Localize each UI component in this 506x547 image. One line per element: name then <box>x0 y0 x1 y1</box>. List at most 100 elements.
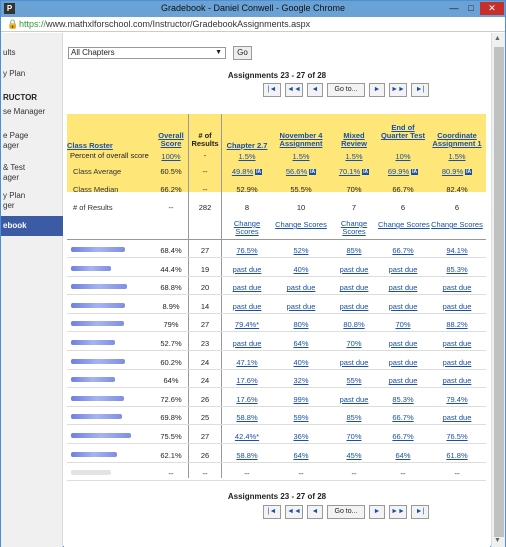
score-cell[interactable]: 66.7% <box>378 413 428 422</box>
score-cell[interactable]: 76.5% <box>428 432 486 441</box>
scroll-up-icon[interactable]: ▲ <box>494 35 501 42</box>
item-analysis-icon[interactable]: IA <box>465 169 473 175</box>
score-cell[interactable]: past due <box>272 302 330 311</box>
student-name-redacted[interactable] <box>71 433 131 438</box>
score-cell[interactable]: 79.4% <box>428 395 486 404</box>
score-cell[interactable]: past due <box>222 283 272 292</box>
change-scores-link-2[interactable]: Change Scores <box>339 220 369 236</box>
roster-header-link[interactable]: Class Roster <box>67 142 157 150</box>
score-cell[interactable]: 70% <box>378 320 428 329</box>
score-cell[interactable]: past due <box>428 339 486 348</box>
student-name-redacted[interactable] <box>71 451 117 457</box>
student-name-redacted[interactable] <box>71 302 125 308</box>
score-cell[interactable]: 99% <box>272 395 330 404</box>
last-page-button[interactable]: ►| <box>411 83 429 97</box>
prev-five-button[interactable]: ◄◄ <box>285 83 303 97</box>
next-five-button[interactable]: ►► <box>389 505 407 519</box>
score-cell[interactable]: 58.8% <box>222 451 272 460</box>
first-page-button[interactable]: |◄ <box>263 505 281 519</box>
score-cell[interactable]: past due <box>378 339 428 348</box>
goto-button[interactable]: Go to... <box>327 505 365 519</box>
scrollbar-thumb[interactable] <box>494 47 504 537</box>
score-cell[interactable]: 66.7% <box>378 432 428 441</box>
stat-average-cell-0[interactable]: 49.8% IA <box>222 167 272 176</box>
first-page-button[interactable]: |◄ <box>263 83 281 97</box>
sidebar-item-0[interactable]: ults <box>1 48 63 58</box>
close-icon[interactable]: ✕ <box>480 2 504 15</box>
next-page-button[interactable]: ► <box>369 83 385 97</box>
change-scores-link-4[interactable]: Change Scores <box>428 220 486 229</box>
score-cell[interactable]: past due <box>378 358 428 367</box>
score-cell[interactable]: 47.1% <box>222 358 272 367</box>
score-cell[interactable]: 32% <box>272 376 330 385</box>
assignment-header-4[interactable]: Coordinate Assignment 1 <box>428 132 486 148</box>
score-cell[interactable]: past due <box>330 395 378 404</box>
score-cell[interactable]: 64% <box>378 451 428 460</box>
score-cell[interactable]: past due <box>428 283 486 292</box>
overall-pct[interactable]: 100% <box>153 152 189 161</box>
stat-average-cell-3[interactable]: 69.9% IA <box>378 167 428 176</box>
score-cell[interactable]: past due <box>428 302 486 311</box>
score-cell[interactable]: 59% <box>272 413 330 422</box>
sidebar-item-1[interactable]: y Plan <box>1 69 63 79</box>
next-five-button[interactable]: ►► <box>389 83 407 97</box>
assignment-pct-4[interactable]: 1.5% <box>428 152 486 161</box>
scroll-down-icon[interactable]: ▼ <box>494 537 501 544</box>
prev-page-button[interactable]: ◄ <box>307 83 323 97</box>
score-cell[interactable]: 94.1% <box>428 246 486 255</box>
sidebar-item-2[interactable]: RUCTOR <box>1 93 63 103</box>
score-cell[interactable]: 80% <box>272 320 330 329</box>
score-cell[interactable]: 76.5% <box>222 246 272 255</box>
student-name-redacted[interactable] <box>71 284 127 290</box>
address-bar[interactable]: 🔒 https://www.mathxlforschool.com/Instru… <box>1 17 505 32</box>
score-cell[interactable]: 85% <box>330 413 378 422</box>
assignment-header-1[interactable]: November 4 Assignment <box>272 132 330 148</box>
score-cell[interactable]: 40% <box>272 265 330 274</box>
stat-average-cell-1[interactable]: 56.6% IA <box>272 167 330 176</box>
score-cell[interactable]: 40% <box>272 358 330 367</box>
stat-average-value-0[interactable]: 49.8% <box>232 167 253 176</box>
score-cell[interactable]: 55% <box>330 376 378 385</box>
score-cell[interactable]: 80.8% <box>330 320 378 329</box>
score-cell[interactable]: past due <box>428 376 486 385</box>
score-cell[interactable]: 66.7% <box>378 246 428 255</box>
last-page-button[interactable]: ►| <box>411 505 429 519</box>
score-cell[interactable]: past due <box>330 265 378 274</box>
score-cell[interactable]: 17.6% <box>222 376 272 385</box>
student-name-redacted[interactable] <box>71 340 115 345</box>
assignment-pct-3[interactable]: 10% <box>378 152 428 161</box>
score-cell[interactable]: past due <box>378 376 428 385</box>
score-cell[interactable]: past due <box>272 283 330 292</box>
score-cell[interactable]: 58.8% <box>222 413 272 422</box>
score-cell[interactable]: 85% <box>330 246 378 255</box>
score-cell[interactable]: past due <box>222 302 272 311</box>
score-cell[interactable]: 36% <box>272 432 330 441</box>
score-cell[interactable]: 85.3% <box>428 265 486 274</box>
score-cell[interactable]: past due <box>378 283 428 292</box>
change-scores-link-3[interactable]: Change Scores <box>378 220 430 229</box>
score-cell[interactable]: past due <box>330 358 378 367</box>
score-cell[interactable]: 17.6% <box>222 395 272 404</box>
score-cell[interactable]: 88.2% <box>428 320 486 329</box>
stat-average-value-1[interactable]: 56.6% <box>286 167 307 176</box>
student-name-redacted[interactable] <box>71 321 124 327</box>
assignment-header-0[interactable]: Chapter 2.7 <box>222 142 272 150</box>
sidebar-item-4[interactable]: e Page ager <box>1 131 63 151</box>
prev-five-button[interactable]: ◄◄ <box>285 505 303 519</box>
score-cell[interactable]: 64% <box>272 451 330 460</box>
maximize-icon[interactable]: □ <box>463 2 479 15</box>
student-name-redacted[interactable] <box>71 470 111 476</box>
score-cell[interactable]: past due <box>378 265 428 274</box>
score-cell[interactable]: 64% <box>272 339 330 348</box>
assignment-pct-1[interactable]: 1.5% <box>272 152 330 161</box>
overall-score-header[interactable]: Overall Score <box>153 132 189 148</box>
sidebar-item-5[interactable]: & Test ager <box>1 163 63 183</box>
vertical-scrollbar[interactable]: ▲ ▼ <box>491 33 505 547</box>
assignment-pct-0[interactable]: 1.5% <box>222 152 272 161</box>
item-analysis-icon[interactable]: IA <box>255 169 263 175</box>
minimize-icon[interactable]: — <box>446 2 462 15</box>
score-cell[interactable]: past due <box>222 339 272 348</box>
next-page-button[interactable]: ► <box>369 505 385 519</box>
stat-average-cell-4[interactable]: 80.9% IA <box>428 167 486 176</box>
assignment-header-2[interactable]: Mixed Review <box>330 132 378 148</box>
